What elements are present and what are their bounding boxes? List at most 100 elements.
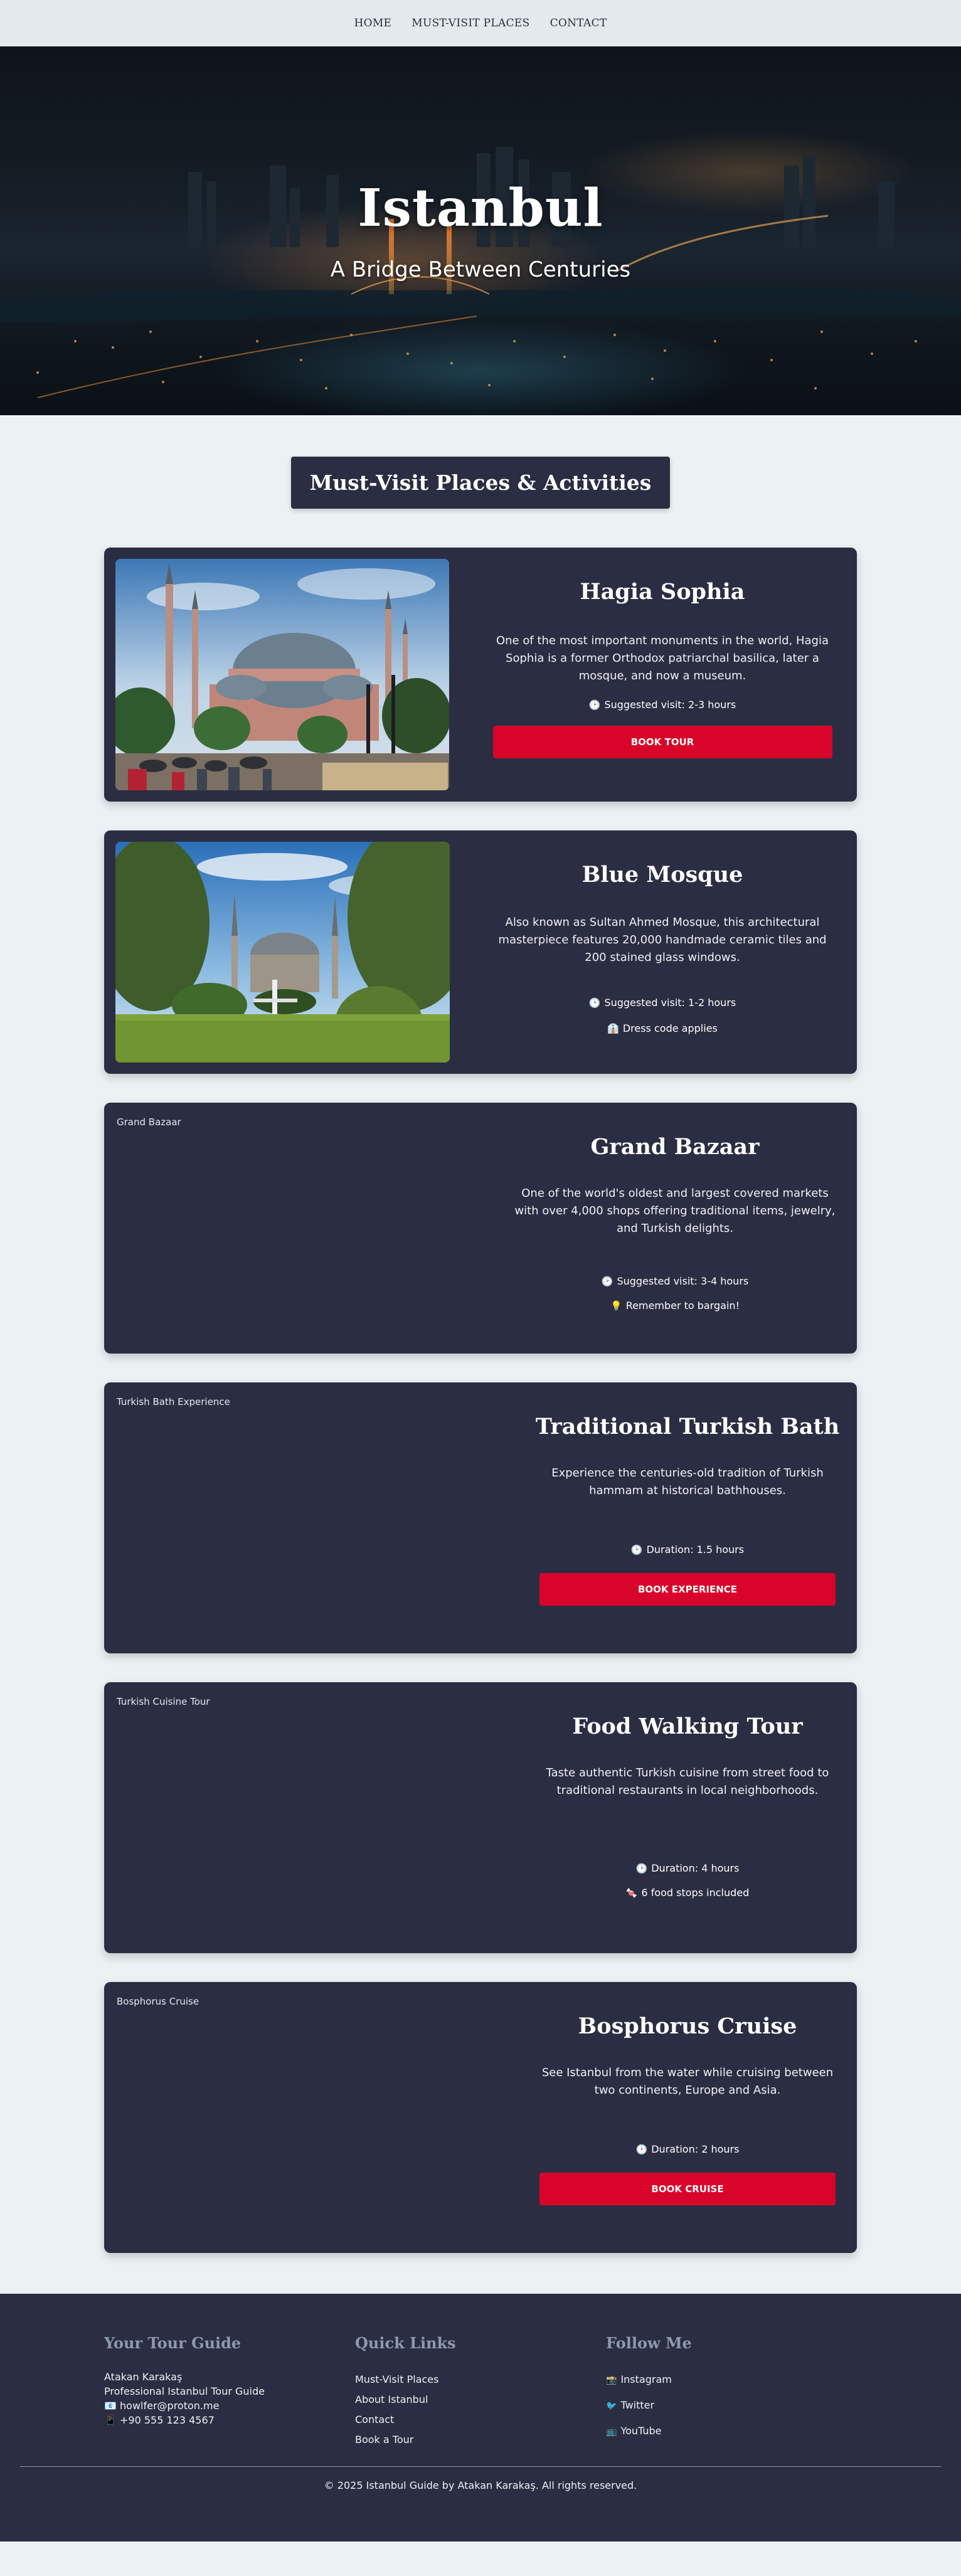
place-card-blue-mosque: Blue Mosque Also known as Sultan Ahmed M… bbox=[104, 830, 857, 1074]
social-link-twitter[interactable]: 🐦 Twitter bbox=[606, 2393, 857, 2419]
place-duration: 🕑 Suggested visit: 1-2 hours bbox=[589, 997, 736, 1009]
phone-icon: 📱 bbox=[104, 2414, 117, 2426]
hero-text: Istanbul A Bridge Between Centuries bbox=[0, 178, 961, 282]
place-info: Bosphorus Cruise See Istanbul from the w… bbox=[531, 1982, 844, 2253]
nav-home-link[interactable]: HOME bbox=[354, 17, 391, 29]
footer-link-must-visit[interactable]: Must-Visit Places bbox=[355, 2370, 606, 2390]
hagia-sophia-image bbox=[115, 559, 449, 790]
instagram-label: Instagram bbox=[620, 2373, 672, 2385]
duration-text: Suggested visit: 1-2 hours bbox=[604, 997, 736, 1009]
hero-subtitle: A Bridge Between Centuries bbox=[330, 257, 631, 282]
clock-icon: 🕑 bbox=[635, 1862, 648, 1874]
place-description: Taste authentic Turkish cuisine from str… bbox=[546, 1766, 829, 1797]
footer-guide-heading: Your Tour Guide bbox=[104, 2334, 242, 2352]
footer-columns: Your Tour Guide Atakan Karakaş Professio… bbox=[104, 2334, 857, 2450]
food-stops-text: 6 food stops included bbox=[641, 1887, 750, 1899]
place-title: Food Walking Tour bbox=[572, 1714, 803, 1739]
place-description: See Istanbul from the water while cruisi… bbox=[541, 2066, 834, 2097]
guide-email-text[interactable]: howlfer@proton.me bbox=[120, 2400, 219, 2412]
duration-text: Suggested visit: 2-3 hours bbox=[604, 699, 736, 711]
place-card-food-tour: Turkish Cuisine Tour Food Walking Tour T… bbox=[104, 1682, 857, 1953]
place-card-bosphorus-cruise: Bosphorus Cruise Bosphorus Cruise See Is… bbox=[104, 1982, 857, 2253]
nav-must-visit-link[interactable]: MUST-VISIT PLACES bbox=[411, 17, 529, 29]
youtube-icon: 📺 bbox=[606, 2427, 617, 2437]
twitter-icon: 🐦 bbox=[606, 2401, 617, 2411]
duration-text: Duration: 1.5 hours bbox=[646, 1544, 745, 1556]
clock-icon: 🕑 bbox=[635, 2143, 648, 2155]
broken-image-alt-text: Bosphorus Cruise bbox=[117, 1996, 199, 2007]
dress-code-icon: 👔 bbox=[607, 1022, 619, 1034]
duration-text: Duration: 2 hours bbox=[651, 2143, 740, 2155]
footer-follow-column: Follow Me 📸 Instagram 🐦 Twitter 📺 YouTube bbox=[606, 2334, 857, 2450]
clock-icon: 🕑 bbox=[601, 1275, 613, 1287]
place-info: Traditional Turkish Bath Experience the … bbox=[531, 1382, 844, 1653]
place-card-turkish-bath: Turkish Bath Experience Traditional Turk… bbox=[104, 1382, 857, 1653]
place-description: One of the most important monuments in t… bbox=[496, 634, 829, 682]
place-description: One of the world's oldest and largest co… bbox=[514, 1187, 836, 1235]
place-description: Also known as Sultan Ahmed Mosque, this … bbox=[498, 916, 827, 964]
social-link-instagram[interactable]: 📸 Instagram bbox=[606, 2367, 857, 2393]
place-title: Bosphorus Cruise bbox=[578, 2013, 797, 2039]
youtube-label: YouTube bbox=[620, 2425, 662, 2437]
duration-text: Duration: 4 hours bbox=[651, 1862, 740, 1874]
top-navigation: HOME MUST-VISIT PLACES CONTACT bbox=[0, 0, 961, 46]
guide-name: Atakan Karakaş bbox=[104, 2371, 183, 2383]
social-link-youtube[interactable]: 📺 YouTube bbox=[606, 2419, 857, 2444]
footer-guide-column: Your Tour Guide Atakan Karakaş Professio… bbox=[104, 2334, 355, 2450]
place-info: Hagia Sophia One of the most important m… bbox=[487, 548, 838, 802]
place-card-hagia-sophia: Hagia Sophia One of the most important m… bbox=[104, 548, 857, 802]
footer-quick-links-column: Quick Links Must-Visit Places About Ista… bbox=[355, 2334, 606, 2450]
book-experience-button[interactable]: BOOK EXPERIENCE bbox=[539, 1573, 836, 1606]
dress-code-text: Dress code applies bbox=[622, 1022, 718, 1034]
email-icon: 📧 bbox=[104, 2400, 117, 2412]
place-duration: 🕑 Suggested visit: 2-3 hours bbox=[589, 699, 736, 711]
book-tour-button[interactable]: BOOK TOUR bbox=[492, 726, 832, 758]
section-title: Must-Visit Places & Activities bbox=[290, 457, 671, 509]
hero-title: Istanbul bbox=[358, 178, 603, 238]
duration-text: Suggested visit: 3-4 hours bbox=[617, 1275, 749, 1287]
footer-divider bbox=[20, 2466, 941, 2467]
place-dress-code: 👔 Dress code applies bbox=[607, 1022, 718, 1034]
twitter-label: Twitter bbox=[620, 2399, 655, 2411]
book-cruise-button[interactable]: BOOK CRUISE bbox=[539, 2173, 836, 2205]
site-footer: Your Tour Guide Atakan Karakaş Professio… bbox=[0, 2294, 961, 2542]
broken-image-alt-text: Turkish Bath Experience bbox=[117, 1396, 230, 1407]
guide-email: 📧 howlfer@proton.me bbox=[104, 2398, 355, 2413]
place-duration: 🕑 Duration: 4 hours bbox=[636, 1862, 740, 1874]
footer-link-book[interactable]: Book a Tour bbox=[355, 2430, 606, 2450]
place-info: Blue Mosque Also known as Sultan Ahmed M… bbox=[487, 830, 838, 1074]
broken-image-alt-text: Turkish Cuisine Tour bbox=[117, 1696, 210, 1707]
guide-role: Professional Istanbul Tour Guide bbox=[104, 2385, 265, 2397]
place-info: Food Walking Tour Taste authentic Turkis… bbox=[531, 1682, 844, 1953]
place-info: Grand Bazaar One of the world's oldest a… bbox=[499, 1103, 851, 1354]
copyright-text: © 2025 Istanbul Guide by Atakan Karakaş.… bbox=[324, 2479, 637, 2491]
footer-link-contact[interactable]: Contact bbox=[355, 2410, 606, 2430]
place-duration: 🕑 Suggested visit: 3-4 hours bbox=[602, 1275, 748, 1287]
place-food-stops: 🍬 6 food stops included bbox=[626, 1887, 750, 1899]
clock-icon: 🕑 bbox=[630, 1544, 643, 1556]
clock-icon: 🕑 bbox=[588, 997, 601, 1009]
place-description: Experience the centuries-old tradition o… bbox=[551, 1466, 824, 1497]
place-duration: 🕑 Duration: 2 hours bbox=[636, 2143, 740, 2155]
footer-quick-links-heading: Quick Links bbox=[355, 2334, 456, 2352]
footer-link-about[interactable]: About Istanbul bbox=[355, 2390, 606, 2410]
section-heading-wrapper: Must-Visit Places & Activities bbox=[0, 457, 961, 509]
lightbulb-icon: 💡 bbox=[610, 1300, 622, 1312]
nav-contact-link[interactable]: CONTACT bbox=[550, 17, 607, 29]
guide-phone: 📱 +90 555 123 4567 bbox=[104, 2413, 355, 2427]
footer-follow-heading: Follow Me bbox=[606, 2334, 692, 2352]
place-duration: 🕑 Duration: 1.5 hours bbox=[631, 1544, 744, 1556]
food-icon: 🍬 bbox=[625, 1887, 638, 1899]
broken-image-alt-text: Grand Bazaar bbox=[117, 1116, 181, 1128]
tip-text: Remember to bargain! bbox=[625, 1300, 740, 1312]
place-title: Hagia Sophia bbox=[580, 579, 745, 605]
place-title: Traditional Turkish Bath bbox=[535, 1414, 840, 1439]
place-tip: 💡 Remember to bargain! bbox=[610, 1300, 740, 1312]
places-list: Hagia Sophia One of the most important m… bbox=[104, 548, 857, 2253]
clock-icon: 🕑 bbox=[588, 699, 601, 711]
hero-banner: Istanbul A Bridge Between Centuries bbox=[0, 46, 961, 415]
guide-phone-text[interactable]: +90 555 123 4567 bbox=[120, 2414, 215, 2426]
instagram-icon: 📸 bbox=[606, 2375, 617, 2385]
place-title: Blue Mosque bbox=[581, 862, 743, 888]
place-card-grand-bazaar: Grand Bazaar Grand Bazaar One of the wor… bbox=[104, 1103, 857, 1354]
